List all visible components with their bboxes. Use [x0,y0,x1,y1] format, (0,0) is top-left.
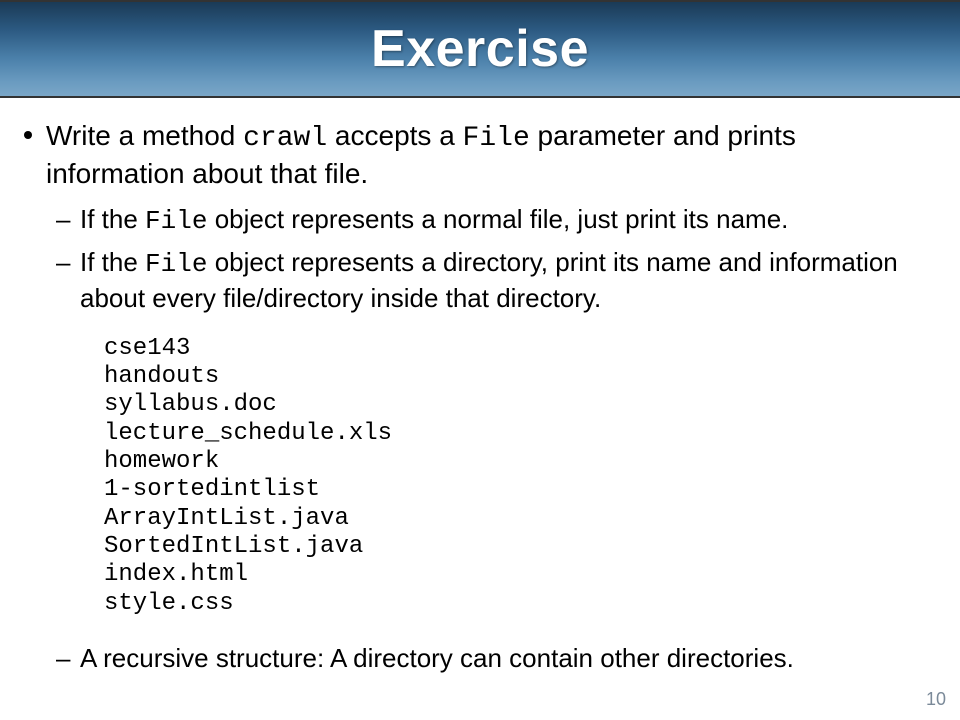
bullet-sub-2: If the File object represents a director… [46,246,938,315]
slide: Exercise Write a method crawl accepts a … [0,0,960,720]
bullet-main: Write a method crawl accepts a File para… [22,118,938,675]
bullet-sub-1-text: If the File object represents a normal f… [80,203,938,238]
bullet-sub-1: If the File object represents a normal f… [46,203,938,238]
page-number: 10 [926,689,946,710]
bullet-sub-2-text: If the File object represents a director… [80,246,938,315]
slide-body: Write a method crawl accepts a File para… [0,98,960,675]
slide-header: Exercise [0,0,960,98]
slide-title: Exercise [371,19,589,79]
bullet-sub-3-text: A recursive structure: A directory can c… [80,642,938,675]
bullet-main-text: Write a method crawl accepts a File para… [46,118,938,191]
code-block: cse143 handouts syllabus.doc lecture_sch… [104,335,938,618]
bullet-sub-3: A recursive structure: A directory can c… [46,642,938,675]
